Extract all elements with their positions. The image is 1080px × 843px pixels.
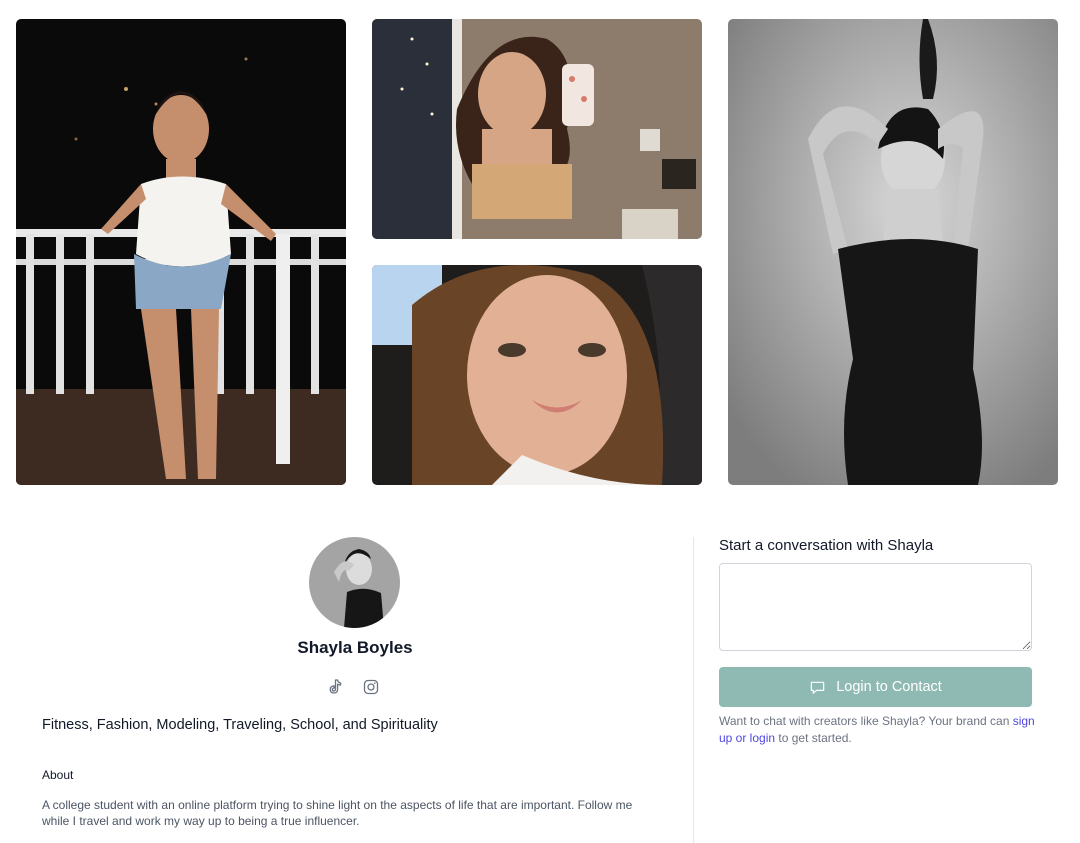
- instagram-icon[interactable]: [362, 678, 380, 696]
- signup-note-suffix: to get started.: [775, 730, 852, 745]
- chat-bubble-icon: [810, 681, 825, 694]
- about-heading: About: [42, 768, 74, 782]
- gallery-photo-2[interactable]: [372, 19, 702, 239]
- gallery-photo-1[interactable]: [16, 19, 346, 485]
- section-divider: [693, 537, 694, 843]
- creator-interests: Fitness, Fashion, Modeling, Traveling, S…: [42, 717, 438, 733]
- avatar: [309, 537, 400, 628]
- photo-closeup-selfie: [372, 265, 702, 485]
- login-to-contact-button[interactable]: Login to Contact: [719, 667, 1032, 707]
- about-text: A college student with an online platfor…: [42, 798, 633, 828]
- gallery-photo-4[interactable]: [728, 19, 1058, 485]
- tiktok-icon[interactable]: [326, 678, 344, 696]
- photo-mirror-selfie: [372, 19, 702, 239]
- conversation-title: Start a conversation with Shayla: [719, 537, 934, 554]
- signup-note: Want to chat with creators like Shayla? …: [719, 713, 1039, 746]
- social-links: [326, 678, 380, 696]
- creator-name: Shayla Boyles: [297, 638, 413, 657]
- avatar-photo: [309, 537, 400, 628]
- photo-balcony-night: [16, 19, 346, 485]
- login-button-label: Login to Contact: [836, 679, 942, 695]
- signup-note-prefix: Want to chat with creators like Shayla? …: [719, 714, 1013, 728]
- gallery-photo-3[interactable]: [372, 265, 702, 485]
- message-input[interactable]: [719, 563, 1032, 651]
- photo-studio-black-dress: [728, 19, 1058, 485]
